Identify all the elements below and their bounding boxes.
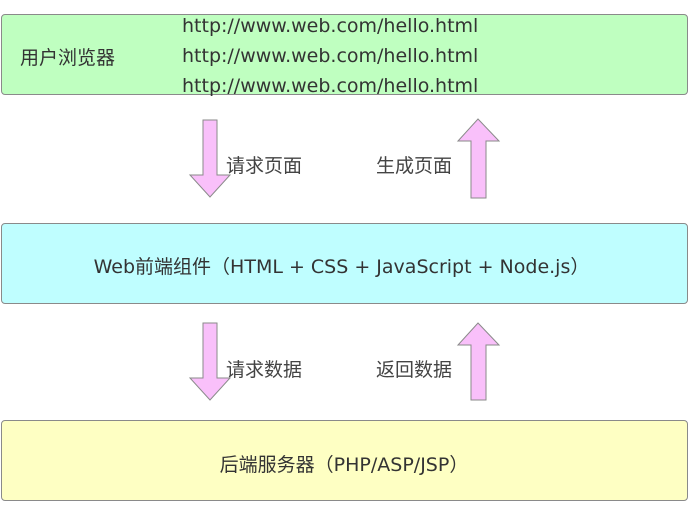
arrow-up-return-data (456, 322, 501, 401)
arrow-label-request-data: 请求数据 (226, 359, 303, 381)
arrow-label-generate-page: 生成页面 (376, 155, 453, 177)
arrow-down-request-data (188, 322, 232, 401)
flow-arrows (188, 118, 501, 401)
arrow-label-request-page: 请求页面 (226, 155, 303, 177)
arrow-down-request-page (188, 119, 232, 198)
arrow-up-generate-page (456, 118, 501, 199)
arrow-label-return-data: 返回数据 (376, 359, 453, 381)
